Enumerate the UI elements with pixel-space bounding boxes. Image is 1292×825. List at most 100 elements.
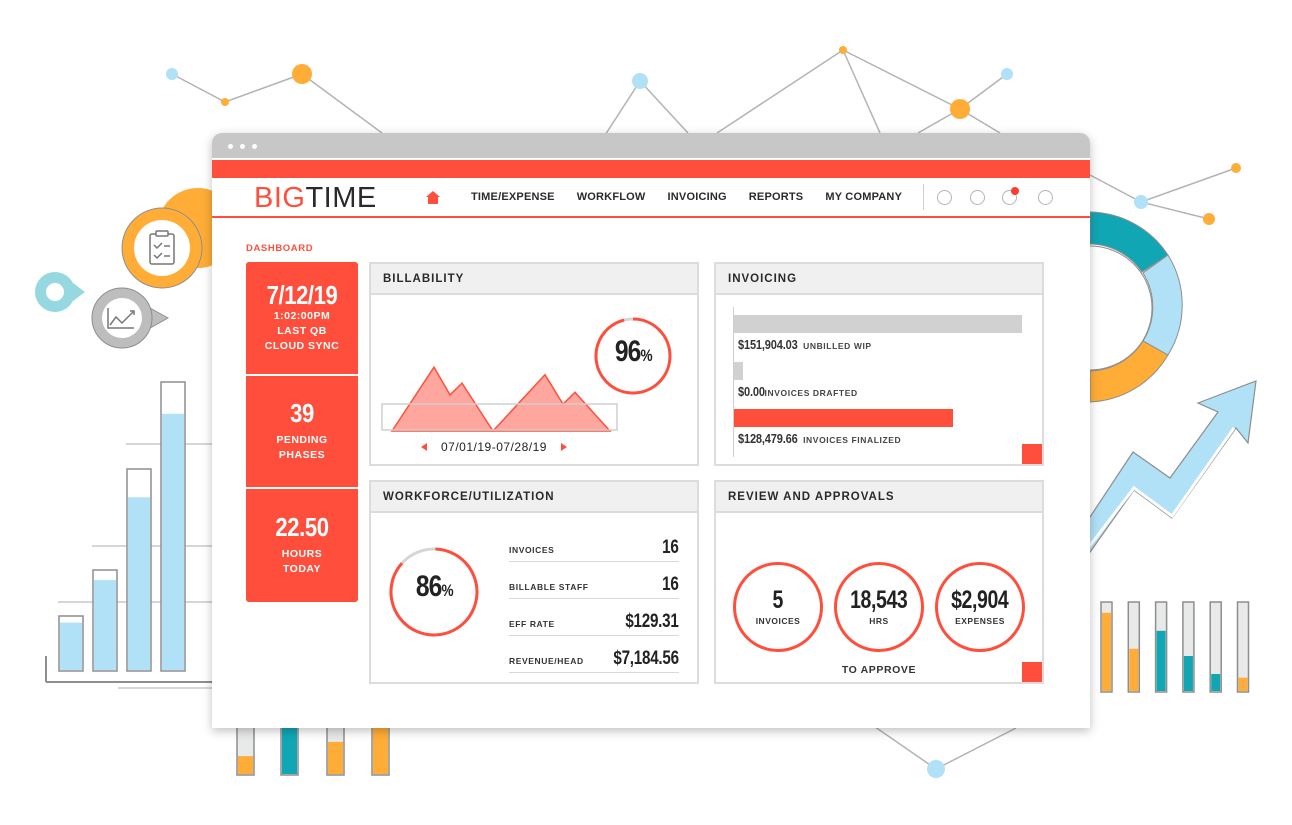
window-dot[interactable]: [240, 144, 245, 149]
date-range-control: 07/01/19-07/28/19: [421, 440, 567, 454]
stat-invoices: INVOICES 16: [509, 538, 679, 562]
decor-bar: [1209, 601, 1222, 693]
tile-value: 22.50: [275, 511, 329, 542]
expand-corner-button[interactable]: [1022, 662, 1042, 682]
window-dot[interactable]: [252, 144, 257, 149]
invoicing-body: $151,904.03 UNBILLED WIP $0.00 INVOICES …: [716, 295, 1042, 464]
workforce-panel: WORKFORCE/UTILIZATION 86% INVOICES 16 BI…: [369, 480, 699, 684]
invoices-drafted-bar[interactable]: [734, 362, 743, 380]
stat-value: 16: [662, 574, 680, 595]
node-dot: [632, 73, 648, 89]
chart-bubble-icon: [91, 287, 170, 349]
panel-title: BILLABILITY: [371, 264, 697, 295]
node-dot: [839, 46, 847, 54]
breadcrumb[interactable]: DASHBOARD: [246, 243, 313, 254]
decorative-donut: [1089, 211, 1183, 403]
window-titlebar: [212, 133, 1090, 158]
date-range-label: 07/01/19-07/28/19: [441, 440, 547, 454]
node-dot: [292, 64, 312, 84]
nav-menu: TIME/EXPENSE WORKFLOW INVOICING REPORTS …: [471, 191, 924, 203]
stat-value: $129.31: [625, 611, 680, 632]
decor-bar: [58, 615, 84, 672]
tile-caption: PENDING: [276, 434, 328, 447]
tile-caption: PHASES: [278, 449, 326, 462]
billability-percent: 96%: [596, 335, 670, 369]
workforce-body: 86% INVOICES 16 BILLABLE STAFF 16 EFF RA…: [371, 513, 697, 682]
next-range-icon[interactable]: [560, 443, 567, 451]
amount: $128,479.66: [738, 431, 798, 446]
brand-stripe: [212, 160, 1090, 178]
status-circle-4[interactable]: [1038, 190, 1053, 205]
tile-value: 7/12/19: [266, 279, 338, 310]
node-dot: [166, 68, 178, 80]
tile-caption: LAST QB: [277, 325, 327, 338]
node-dot: [221, 98, 229, 106]
nav-time-expense[interactable]: TIME/EXPENSE: [471, 191, 555, 203]
window-dot[interactable]: [228, 144, 233, 149]
unbilled-wip-bar[interactable]: [734, 315, 1022, 333]
decorative-bar-chart: [45, 381, 212, 689]
amount: $0.00: [738, 384, 765, 399]
logo-time: TIME: [305, 182, 377, 214]
bigtime-logo[interactable]: BIGTIME: [254, 182, 377, 215]
approve-invoices[interactable]: 5 INVOICES: [733, 562, 823, 652]
approvals-body: 5 INVOICES 18,543 HRS $2,904 EXPENSES TO…: [716, 513, 1042, 682]
nav-my-company[interactable]: MY COMPANY: [825, 191, 902, 203]
status-circle-2[interactable]: [970, 190, 985, 205]
invoices-finalized-bar[interactable]: [734, 409, 953, 427]
status-circle-1[interactable]: [937, 190, 952, 205]
stat-label: EFF RATE: [509, 619, 555, 629]
invoices-finalized-label: $128,479.66 INVOICES FINALIZED: [738, 431, 901, 446]
nav-workflow[interactable]: WORKFLOW: [577, 191, 646, 203]
utilization-percent: 86%: [393, 570, 475, 604]
caption: INVOICES DRAFTED: [764, 388, 858, 398]
stat-revenue-head: REVENUE/HEAD $7,184.56: [509, 649, 679, 673]
home-icon[interactable]: [426, 191, 440, 204]
decor-bar: [92, 569, 118, 672]
tile-hours-today[interactable]: 22.50 HOURS TODAY: [246, 489, 358, 602]
stat-billable-staff: BILLABLE STAFF 16: [509, 575, 679, 599]
browser-window: BIGTIME TIME/EXPENSE WORKFLOW INVOICING …: [212, 133, 1090, 728]
node-dot: [1134, 195, 1148, 209]
decor-bar: [1100, 601, 1113, 693]
top-nav: BIGTIME TIME/EXPENSE WORKFLOW INVOICING …: [212, 178, 1090, 218]
tile-last-sync[interactable]: 7/12/19 1:02:00PM LAST QB CLOUD SYNC: [246, 262, 358, 374]
node-dot: [1231, 163, 1241, 173]
amount: $151,904.03: [738, 337, 798, 352]
stat-eff-rate: EFF RATE $129.31: [509, 612, 679, 636]
approve-hours[interactable]: 18,543 HRS: [834, 562, 924, 652]
nav-reports[interactable]: REPORTS: [749, 191, 804, 203]
approval-caption: HRS: [869, 616, 889, 626]
tile-pending-phases[interactable]: 39 PENDING PHASES: [246, 376, 358, 487]
percent-value: 96: [614, 335, 642, 368]
panel-title: REVIEW AND APPROVALS: [716, 482, 1042, 513]
approval-value: 5: [772, 586, 784, 614]
node-dot: [1001, 68, 1013, 80]
tile-caption: CLOUD SYNC: [264, 340, 340, 353]
decor-bar: [1182, 601, 1195, 693]
billability-area-chart: [381, 317, 672, 433]
approval-value: $2,904: [951, 586, 1009, 614]
expand-corner-button[interactable]: [1022, 444, 1042, 464]
percent-sign: %: [640, 346, 653, 365]
unbilled-wip-label: $151,904.03 UNBILLED WIP: [738, 337, 872, 352]
nav-divider: [923, 184, 924, 210]
stat-value: 16: [662, 537, 680, 558]
stat-label: BILLABLE STAFF: [509, 582, 589, 592]
window-controls: [228, 144, 257, 149]
stat-label: REVENUE/HEAD: [509, 656, 584, 666]
billability-panel: BILLABILITY 96% 07/01/19-07/28/19: [369, 262, 699, 466]
tile-caption: 1:02:00PM: [273, 310, 331, 323]
decor-bar: [1154, 601, 1168, 693]
billability-body: 96% 07/01/19-07/28/19: [371, 295, 697, 464]
percent-sign: %: [441, 581, 454, 600]
caption: UNBILLED WIP: [803, 341, 872, 351]
stat-value: $7,184.56: [613, 648, 680, 669]
decorative-right-bars: [1100, 601, 1250, 693]
tile-value: 39: [290, 397, 314, 428]
nav-invoicing[interactable]: INVOICING: [668, 191, 727, 203]
panel-title: WORKFORCE/UTILIZATION: [371, 482, 697, 513]
approve-expenses[interactable]: $2,904 EXPENSES: [935, 562, 1025, 652]
node-dot: [927, 760, 945, 778]
prev-range-icon[interactable]: [421, 443, 427, 451]
